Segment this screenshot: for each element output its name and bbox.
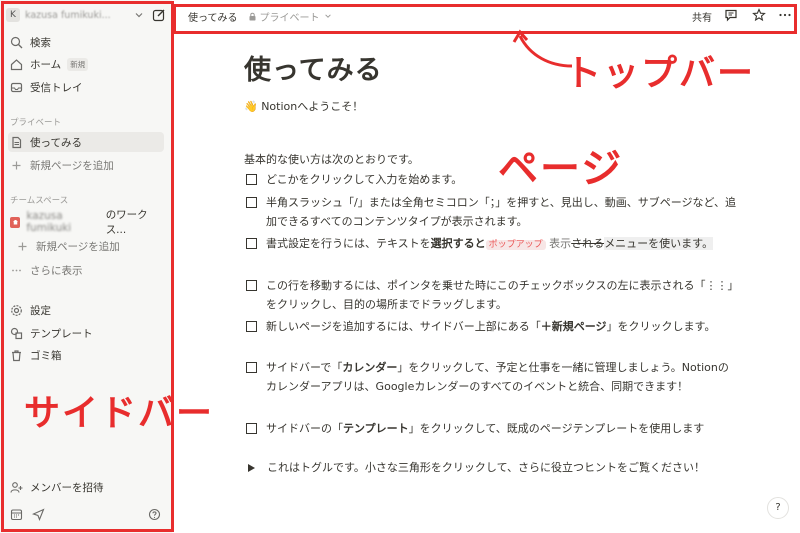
todo-text[interactable]: この行を移動するには、ポインタを乗せた時にこのチェックボックスの左に表示される「… bbox=[266, 276, 736, 314]
todo-item[interactable]: 書式設定を行うには、テキストを選択すると ポップアップ 表示されるメニューを使いま… bbox=[246, 234, 736, 255]
bold-text: テンプレート bbox=[343, 422, 409, 435]
todo-item[interactable]: サイドバーで「カレンダー」をクリックして、予定と仕事を一緒に管理しましょう。No… bbox=[246, 358, 736, 396]
todo-item[interactable]: サイドバーの「テンプレート」をクリックして、既成のページテンプレートを使用します bbox=[246, 419, 736, 438]
todo-text[interactable]: 新しいページを追加するには、サイドバー上部にある「＋新規ページ」をクリックします… bbox=[266, 317, 736, 336]
todo-checkbox[interactable] bbox=[246, 197, 257, 208]
todo-text[interactable]: サイドバーの「テンプレート」をクリックして、既成のページテンプレートを使用します bbox=[266, 419, 736, 438]
toggle-text[interactable]: これはトグルです。小さな三角形をクリックして、さらに役立つヒントをご覧ください！ bbox=[267, 458, 736, 477]
todo-text-part: 新しいページを追加するには、サイドバー上部にある「 bbox=[266, 320, 541, 333]
todo-checkbox[interactable] bbox=[246, 238, 257, 249]
bold-text: 選択すると bbox=[430, 237, 486, 250]
todo-text-part: サイドバーの「 bbox=[266, 422, 343, 435]
red-code-text: ポップアップ bbox=[485, 240, 546, 250]
todo-text-part: 」をクリックして、既成のページテンプレートを使用します bbox=[408, 422, 705, 435]
todo-checkbox[interactable] bbox=[246, 423, 257, 434]
todo-item[interactable]: この行を移動するには、ポインタを乗せた時にこのチェックボックスの左に表示される「… bbox=[246, 276, 736, 314]
todo-text[interactable]: 半角スラッシュ「/」または全角セミコロン「；」を押すと、見出し、動画、サブページ… bbox=[266, 193, 736, 231]
toggle-triangle-icon[interactable] bbox=[248, 464, 255, 472]
todo-checkbox[interactable] bbox=[246, 280, 257, 291]
todo-checkbox[interactable] bbox=[246, 362, 257, 373]
strikethrough-text: される bbox=[571, 237, 605, 250]
todo-item[interactable]: 半角スラッシュ「/」または全角セミコロン「；」を押すと、見出し、動画、サブページ… bbox=[246, 193, 736, 231]
todo-text-part: 書式設定を行うには、テキストを bbox=[266, 237, 431, 250]
topbar-highlight-box bbox=[173, 4, 797, 34]
todo-text-part: 」をクリックします。 bbox=[606, 320, 716, 333]
todo-item[interactable]: どこかをクリックして入力を始めます。 bbox=[246, 170, 736, 189]
page-title[interactable]: 使ってみる bbox=[244, 48, 383, 87]
intro-text[interactable]: 基本的な使い方は次のとおりです。 bbox=[244, 151, 419, 167]
bold-text: カレンダー bbox=[342, 361, 398, 374]
help-button[interactable]: ? bbox=[767, 497, 789, 519]
todo-text[interactable]: サイドバーで「カレンダー」をクリックして、予定と仕事を一緒に管理しましょう。No… bbox=[266, 358, 736, 396]
todo-checkbox[interactable] bbox=[246, 321, 257, 332]
todo-checkbox[interactable] bbox=[246, 174, 257, 185]
welcome-text[interactable]: 👋 Notionへようこそ！ bbox=[244, 98, 363, 114]
todo-item[interactable]: 新しいページを追加するには、サイドバー上部にある「＋新規ページ」をクリックします… bbox=[246, 317, 736, 336]
todo-text-part: 表示 bbox=[545, 237, 572, 250]
toggle-block[interactable]: これはトグルです。小さな三角形をクリックして、さらに役立つヒントをご覧ください！ bbox=[246, 458, 736, 477]
highlighted-text: メニューを使います。 bbox=[604, 237, 714, 250]
bold-text: ＋新規ページ bbox=[540, 320, 607, 333]
page-annotation-label: ページ bbox=[498, 146, 624, 192]
todo-text[interactable]: 書式設定を行うには、テキストを選択すると ポップアップ 表示されるメニューを使いま… bbox=[266, 234, 736, 255]
sidebar-highlight-box bbox=[1, 1, 174, 532]
todo-text-part: サイドバーで「 bbox=[266, 361, 343, 374]
sidebar-annotation-label: サイドバー bbox=[24, 393, 215, 434]
topbar-annotation-label: トップバー bbox=[565, 53, 756, 94]
